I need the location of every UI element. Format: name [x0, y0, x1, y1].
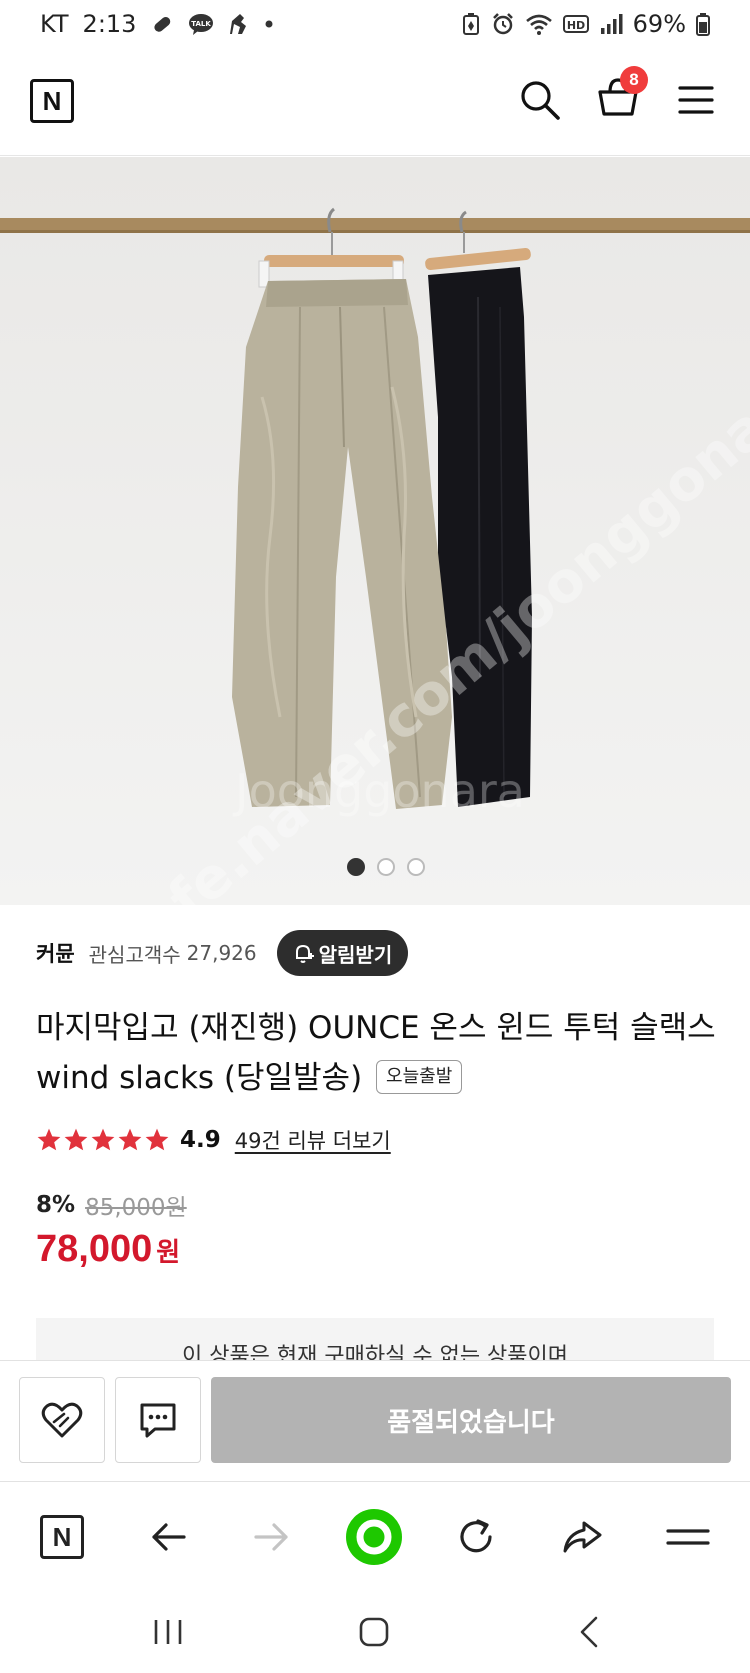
seller-name[interactable]: 커뮨 — [36, 938, 75, 968]
heart-icon — [41, 1402, 83, 1438]
battery-percent: 69% — [632, 10, 686, 38]
hd-icon: HD — [562, 12, 589, 36]
unavailable-notice-text: 이 상품은 현재 구매하실 수 없는 상품이며 — [181, 1344, 569, 1360]
seller-row: 커뮨 관심고객수 27,926 알림받기 — [36, 930, 409, 976]
app-header: N 8 — [0, 48, 750, 156]
discount-row: 8% 85,000원 — [36, 1188, 187, 1222]
svg-text:HD: HD — [566, 19, 584, 32]
image-pagination — [0, 858, 750, 876]
purchase-bar: 품절되었습니다 — [0, 1360, 750, 1482]
battery-saver-icon — [461, 12, 481, 36]
figure-icon — [228, 12, 250, 36]
rating-value: 4.9 — [180, 1127, 221, 1153]
sale-price-unit: 원 — [156, 1238, 181, 1268]
talk-button[interactable] — [115, 1377, 201, 1463]
original-price: 85,000원 — [85, 1195, 187, 1221]
slide-dot-1[interactable] — [347, 858, 365, 876]
naver-home-icon: N — [40, 1515, 84, 1559]
naver-logo[interactable]: N — [30, 79, 74, 123]
sale-price-row: 78,000 원 — [36, 1228, 180, 1284]
cart-count-badge: 8 — [620, 66, 648, 94]
alarm-icon — [491, 12, 515, 36]
unavailable-notice: 이 상품은 현재 구매하실 수 없는 상품이며 — [36, 1318, 714, 1360]
favorite-count: 27,926 — [186, 941, 257, 965]
naver-home-button[interactable]: N — [34, 1509, 90, 1565]
browser-menu-icon[interactable] — [660, 1509, 716, 1565]
review-more-link[interactable]: 49건 리뷰 더보기 — [235, 1125, 391, 1155]
green-dot-icon[interactable] — [344, 1507, 404, 1567]
alert-subscribe-button[interactable]: 알림받기 — [276, 930, 409, 976]
rating-stars — [36, 1127, 170, 1153]
product-photo: cafe.naver.com/joonggonara Joonggonara — [0, 157, 750, 905]
rating-row: 4.9 49건 리뷰 더보기 — [36, 1122, 391, 1158]
menu-icon[interactable] — [676, 80, 716, 120]
slide-dot-2[interactable] — [377, 858, 395, 876]
talk-icon: TALK — [188, 12, 214, 36]
browser-toolbar: N — [0, 1482, 750, 1592]
slide-dot-3[interactable] — [407, 858, 425, 876]
star-icon — [118, 1128, 142, 1151]
watermark-joonggonara: Joonggonara — [232, 764, 525, 818]
wishlist-button[interactable] — [19, 1377, 105, 1463]
bell-plus-icon — [295, 944, 314, 963]
dot-icon — [264, 12, 274, 36]
star-icon — [91, 1128, 115, 1151]
status-time: 2:13 — [82, 10, 137, 38]
soldout-button[interactable]: 품절되었습니다 — [211, 1377, 731, 1463]
today-ship-badge: 오늘출발 — [376, 1059, 463, 1094]
cart-button[interactable]: 8 — [594, 66, 648, 122]
sale-price: 78,000 — [36, 1228, 153, 1270]
wifi-icon — [525, 12, 553, 36]
back-arrow-icon[interactable] — [140, 1509, 196, 1565]
battery-icon — [696, 12, 710, 36]
favorite-label: 관심고객수 — [88, 942, 181, 967]
recent-apps-icon[interactable] — [146, 1610, 190, 1654]
search-icon[interactable] — [516, 76, 564, 124]
forward-arrow-icon[interactable] — [244, 1509, 300, 1565]
pill-icon — [150, 12, 174, 36]
star-icon — [145, 1128, 169, 1151]
alert-subscribe-label: 알림받기 — [318, 942, 393, 967]
discount-rate: 8% — [36, 1192, 76, 1218]
svg-text:TALK: TALK — [192, 20, 212, 28]
chat-bubble-icon — [140, 1403, 176, 1438]
star-icon — [64, 1128, 88, 1151]
android-nav-bar — [0, 1592, 750, 1673]
home-icon[interactable] — [352, 1610, 396, 1654]
reload-icon[interactable] — [448, 1509, 504, 1565]
product-image[interactable]: cafe.naver.com/joonggonara Joonggonara — [0, 157, 750, 905]
product-title: 마지막입고 (재진행) OUNCE 온스 윈드 투턱 슬랙스 wind slac… — [36, 1003, 726, 1103]
carrier-label: KT — [40, 10, 69, 38]
signal-icon — [599, 12, 623, 36]
system-back-icon[interactable] — [568, 1610, 612, 1654]
status-bar: KT 2:13 TALK HD 69% — [0, 0, 750, 48]
star-icon — [37, 1128, 61, 1151]
share-icon[interactable] — [554, 1509, 610, 1565]
